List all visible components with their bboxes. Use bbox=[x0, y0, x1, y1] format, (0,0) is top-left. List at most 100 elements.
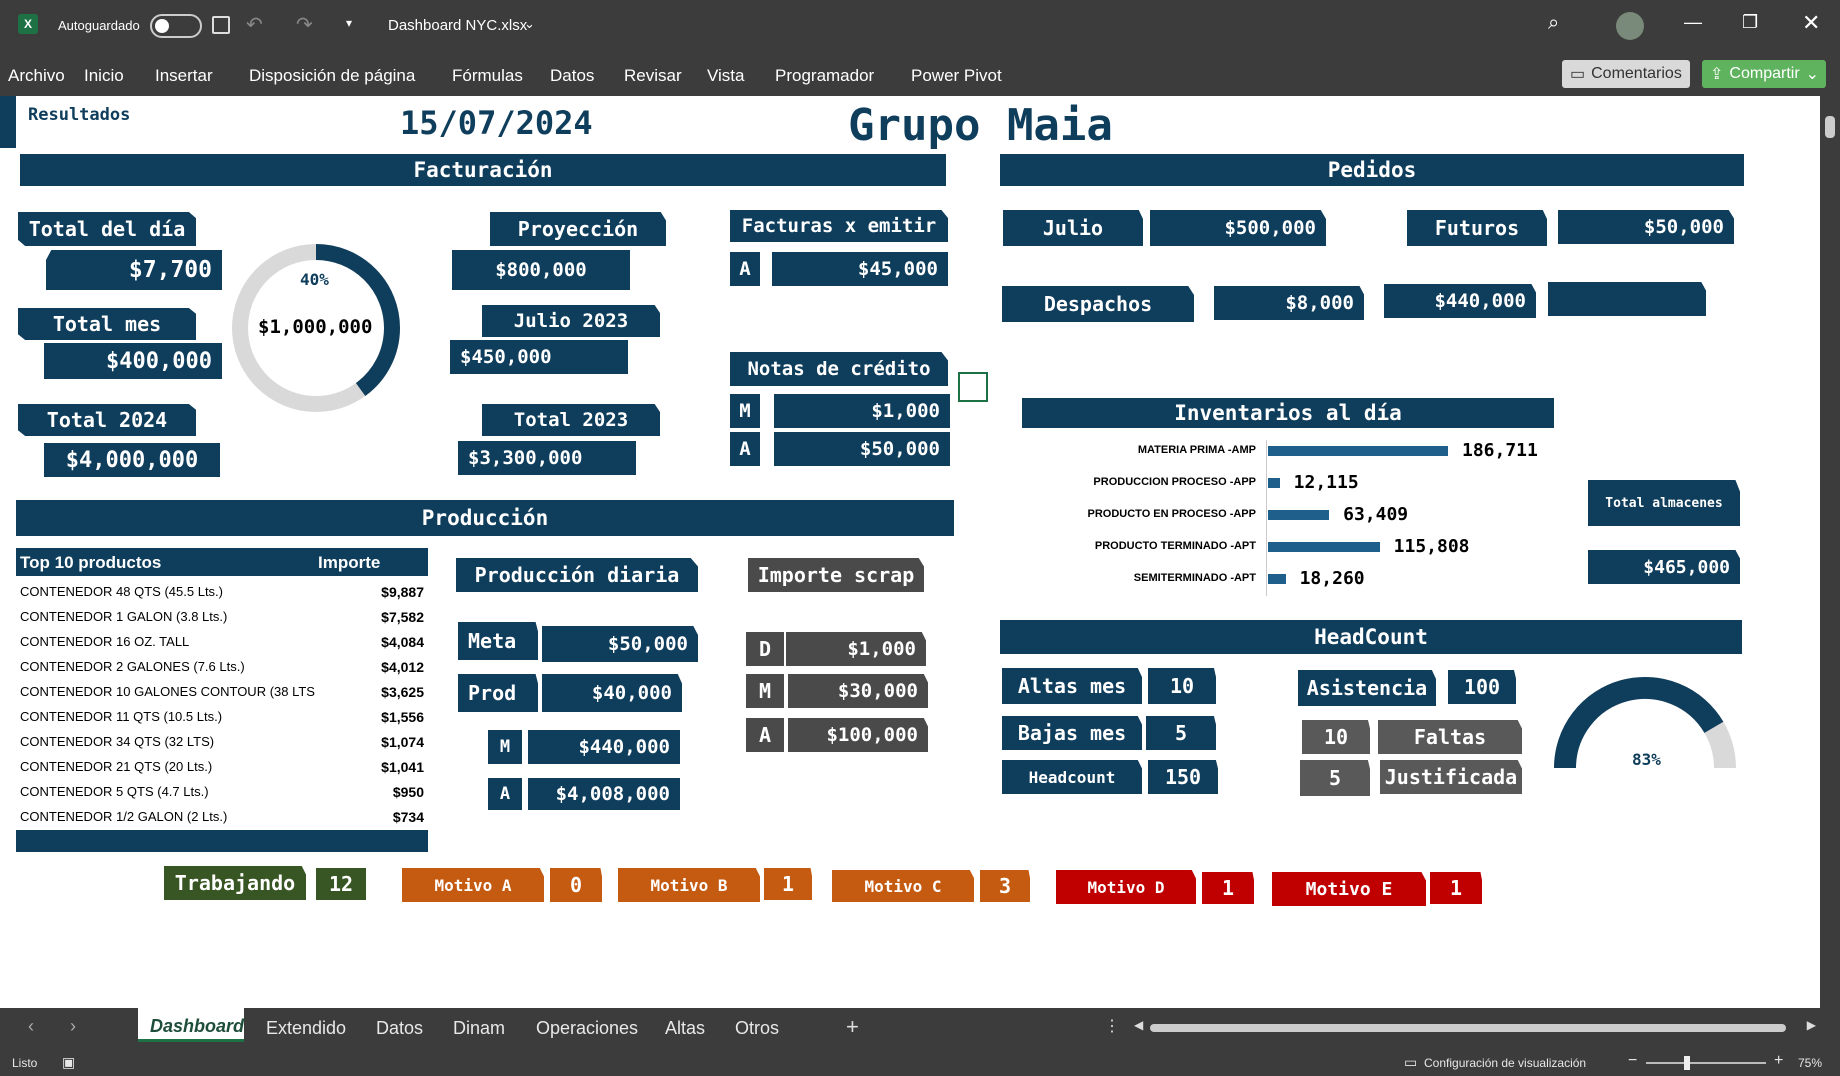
status-motivo-a-label: Motivo A bbox=[402, 868, 544, 902]
top10-header-row: Top 10 productos Importe bbox=[16, 548, 428, 576]
search-icon[interactable]: ⌕ bbox=[1548, 12, 1559, 35]
menu-programador[interactable]: Programador bbox=[775, 66, 874, 86]
vertical-scrollbar[interactable] bbox=[1820, 96, 1840, 1008]
inventory-label: SEMITERMINADO -APT bbox=[1133, 572, 1256, 584]
top10-header: Top 10 productos bbox=[20, 553, 162, 572]
title-bar: X Autoguardado ↶ ↷ ▾ Dashboard NYC.xlsx … bbox=[0, 0, 1840, 52]
zoom-out-icon[interactable]: − bbox=[1628, 1052, 1637, 1070]
tab-altas[interactable]: Altas bbox=[665, 1018, 705, 1039]
customize-toolbar-icon[interactable]: ▾ bbox=[346, 16, 352, 30]
facturas-label: Facturas x emitir bbox=[730, 210, 948, 242]
top10-product-amount: $3,625 bbox=[381, 684, 424, 700]
macro-record-icon[interactable]: ▣ bbox=[62, 1054, 75, 1071]
total-mes-label: Total mes bbox=[18, 308, 196, 340]
status-motivo-b-value: 1 bbox=[764, 868, 812, 900]
prod-m-value: $440,000 bbox=[528, 730, 680, 764]
status-motivo-d-value: 1 bbox=[1202, 872, 1254, 904]
chevron-right-icon[interactable]: › bbox=[70, 1016, 76, 1037]
top10-product-amount: $9,887 bbox=[381, 584, 424, 600]
notas-a-value: $50,000 bbox=[774, 432, 950, 466]
report-date: 15/07/2024 bbox=[400, 104, 593, 142]
scrap-m-letter: M bbox=[746, 674, 784, 708]
minimize-icon[interactable]: — bbox=[1684, 12, 1702, 33]
top10-product-amount: $4,084 bbox=[381, 634, 424, 650]
scrap-a-value: $100,000 bbox=[788, 718, 928, 752]
add-sheet-icon[interactable]: + bbox=[846, 1014, 859, 1040]
status-motivo-b-label: Motivo B bbox=[618, 868, 760, 902]
save-icon[interactable] bbox=[212, 16, 230, 34]
inventory-label: PRODUCTO EN PROCESO -APP bbox=[1087, 508, 1257, 520]
close-icon[interactable]: ✕ bbox=[1802, 10, 1820, 36]
bajas-value: 5 bbox=[1146, 716, 1216, 750]
restore-icon[interactable]: ❐ bbox=[1742, 12, 1758, 33]
top10-product-name: CONTENEDOR 34 QTS (32 LTS) bbox=[20, 734, 215, 749]
despachos-label: Despachos bbox=[1002, 286, 1194, 322]
more-options-icon[interactable]: ⋮ bbox=[1104, 1016, 1120, 1036]
top10-footer bbox=[16, 830, 428, 852]
display-settings-icon[interactable]: ▭ bbox=[1404, 1054, 1417, 1071]
share-button[interactable]: ⇪ Compartir ⌄ bbox=[1702, 60, 1826, 88]
inventory-value: 186,711 bbox=[1462, 440, 1538, 461]
asistencia-value: 100 bbox=[1448, 670, 1516, 704]
top10-product-name: CONTENEDOR 16 OZ. TALL bbox=[20, 634, 190, 649]
total-almacenes-label: Total almacenes bbox=[1588, 480, 1740, 526]
top10-product-amount: $1,074 bbox=[381, 734, 424, 750]
menu-datos[interactable]: Datos bbox=[550, 66, 594, 86]
headcount-value: 150 bbox=[1148, 760, 1218, 794]
scrap-a-letter: A bbox=[746, 718, 784, 752]
menu-disposicion[interactable]: Disposición de página bbox=[249, 66, 415, 86]
despachos-value-2: $440,000 bbox=[1384, 284, 1536, 318]
inventory-bar bbox=[1268, 542, 1380, 552]
chevron-down-icon[interactable]: ⌄ bbox=[524, 16, 535, 32]
tab-dinam[interactable]: Dinam bbox=[453, 1018, 505, 1039]
chevron-down-icon: ⌄ bbox=[1805, 66, 1820, 83]
chevron-left-icon[interactable]: ‹ bbox=[28, 1016, 34, 1037]
menu-revisar[interactable]: Revisar bbox=[624, 66, 682, 86]
top10-product-name: CONTENEDOR 48 QTS (45.5 Lts.) bbox=[20, 584, 223, 599]
tab-otros[interactable]: Otros bbox=[735, 1018, 779, 1039]
inventory-label: PRODUCCION PROCESO -APP bbox=[1093, 476, 1256, 488]
comments-button[interactable]: ▭ Comentarios bbox=[1562, 60, 1690, 88]
horizontal-scrollbar[interactable]: ◀ ▶ bbox=[1130, 1018, 1820, 1036]
altas-value: 10 bbox=[1148, 668, 1216, 704]
pedidos-julio-label: Julio bbox=[1003, 210, 1143, 246]
autosave-toggle[interactable] bbox=[150, 14, 202, 38]
prod-label: Prod bbox=[458, 674, 538, 712]
total-dia-value: $7,700 bbox=[46, 250, 222, 290]
excel-logo-icon: X bbox=[18, 14, 38, 34]
redo-icon[interactable]: ↷ bbox=[296, 12, 313, 37]
selected-cell[interactable] bbox=[958, 372, 988, 402]
altas-label: Altas mes bbox=[1002, 668, 1142, 704]
menu-formulas[interactable]: Fórmulas bbox=[452, 66, 523, 86]
gauge-percent: 83% bbox=[1632, 750, 1661, 769]
tab-dashboard[interactable]: Dashboard bbox=[138, 1008, 244, 1042]
total-2024-label: Total 2024 bbox=[18, 404, 196, 436]
status-motivo-a-value: 0 bbox=[550, 868, 602, 902]
inventory-bar bbox=[1268, 446, 1448, 456]
tab-extendido[interactable]: Extendido bbox=[266, 1018, 346, 1039]
menu-insertar[interactable]: Insertar bbox=[155, 66, 213, 86]
menu-archivo[interactable]: Archivo bbox=[8, 66, 65, 86]
view-settings-label[interactable]: Configuración de visualización bbox=[1424, 1056, 1586, 1070]
avatar[interactable] bbox=[1616, 12, 1644, 40]
inventory-value: 18,260 bbox=[1299, 568, 1365, 589]
notas-m-value: $1,000 bbox=[774, 394, 950, 428]
inventory-label: PRODUCTO TERMINADO -APT bbox=[1094, 540, 1256, 552]
autosave-label: Autoguardado bbox=[58, 18, 140, 33]
zoom-in-icon[interactable]: + bbox=[1774, 1052, 1783, 1070]
menu-inicio[interactable]: Inicio bbox=[84, 66, 124, 86]
justificada-value: 5 bbox=[1300, 760, 1370, 796]
file-name[interactable]: Dashboard NYC.xlsx bbox=[388, 17, 527, 34]
prod-m-letter: M bbox=[488, 730, 522, 764]
pedidos-header: Pedidos bbox=[1000, 154, 1744, 186]
headcount-header: HeadCount bbox=[1000, 620, 1742, 654]
zoom-slider[interactable] bbox=[1646, 1056, 1766, 1070]
undo-icon[interactable]: ↶ bbox=[246, 12, 263, 37]
menu-vista[interactable]: Vista bbox=[707, 66, 745, 86]
menu-power-pivot[interactable]: Power Pivot bbox=[911, 66, 1002, 86]
top10-product-name: CONTENEDOR 5 QTS (4.7 Lts.) bbox=[20, 784, 209, 799]
tab-operaciones[interactable]: Operaciones bbox=[536, 1018, 638, 1039]
total2023-value: $3,300,000 bbox=[458, 441, 636, 475]
tab-datos[interactable]: Datos bbox=[376, 1018, 423, 1039]
top10-product-amount: $1,556 bbox=[381, 709, 424, 725]
